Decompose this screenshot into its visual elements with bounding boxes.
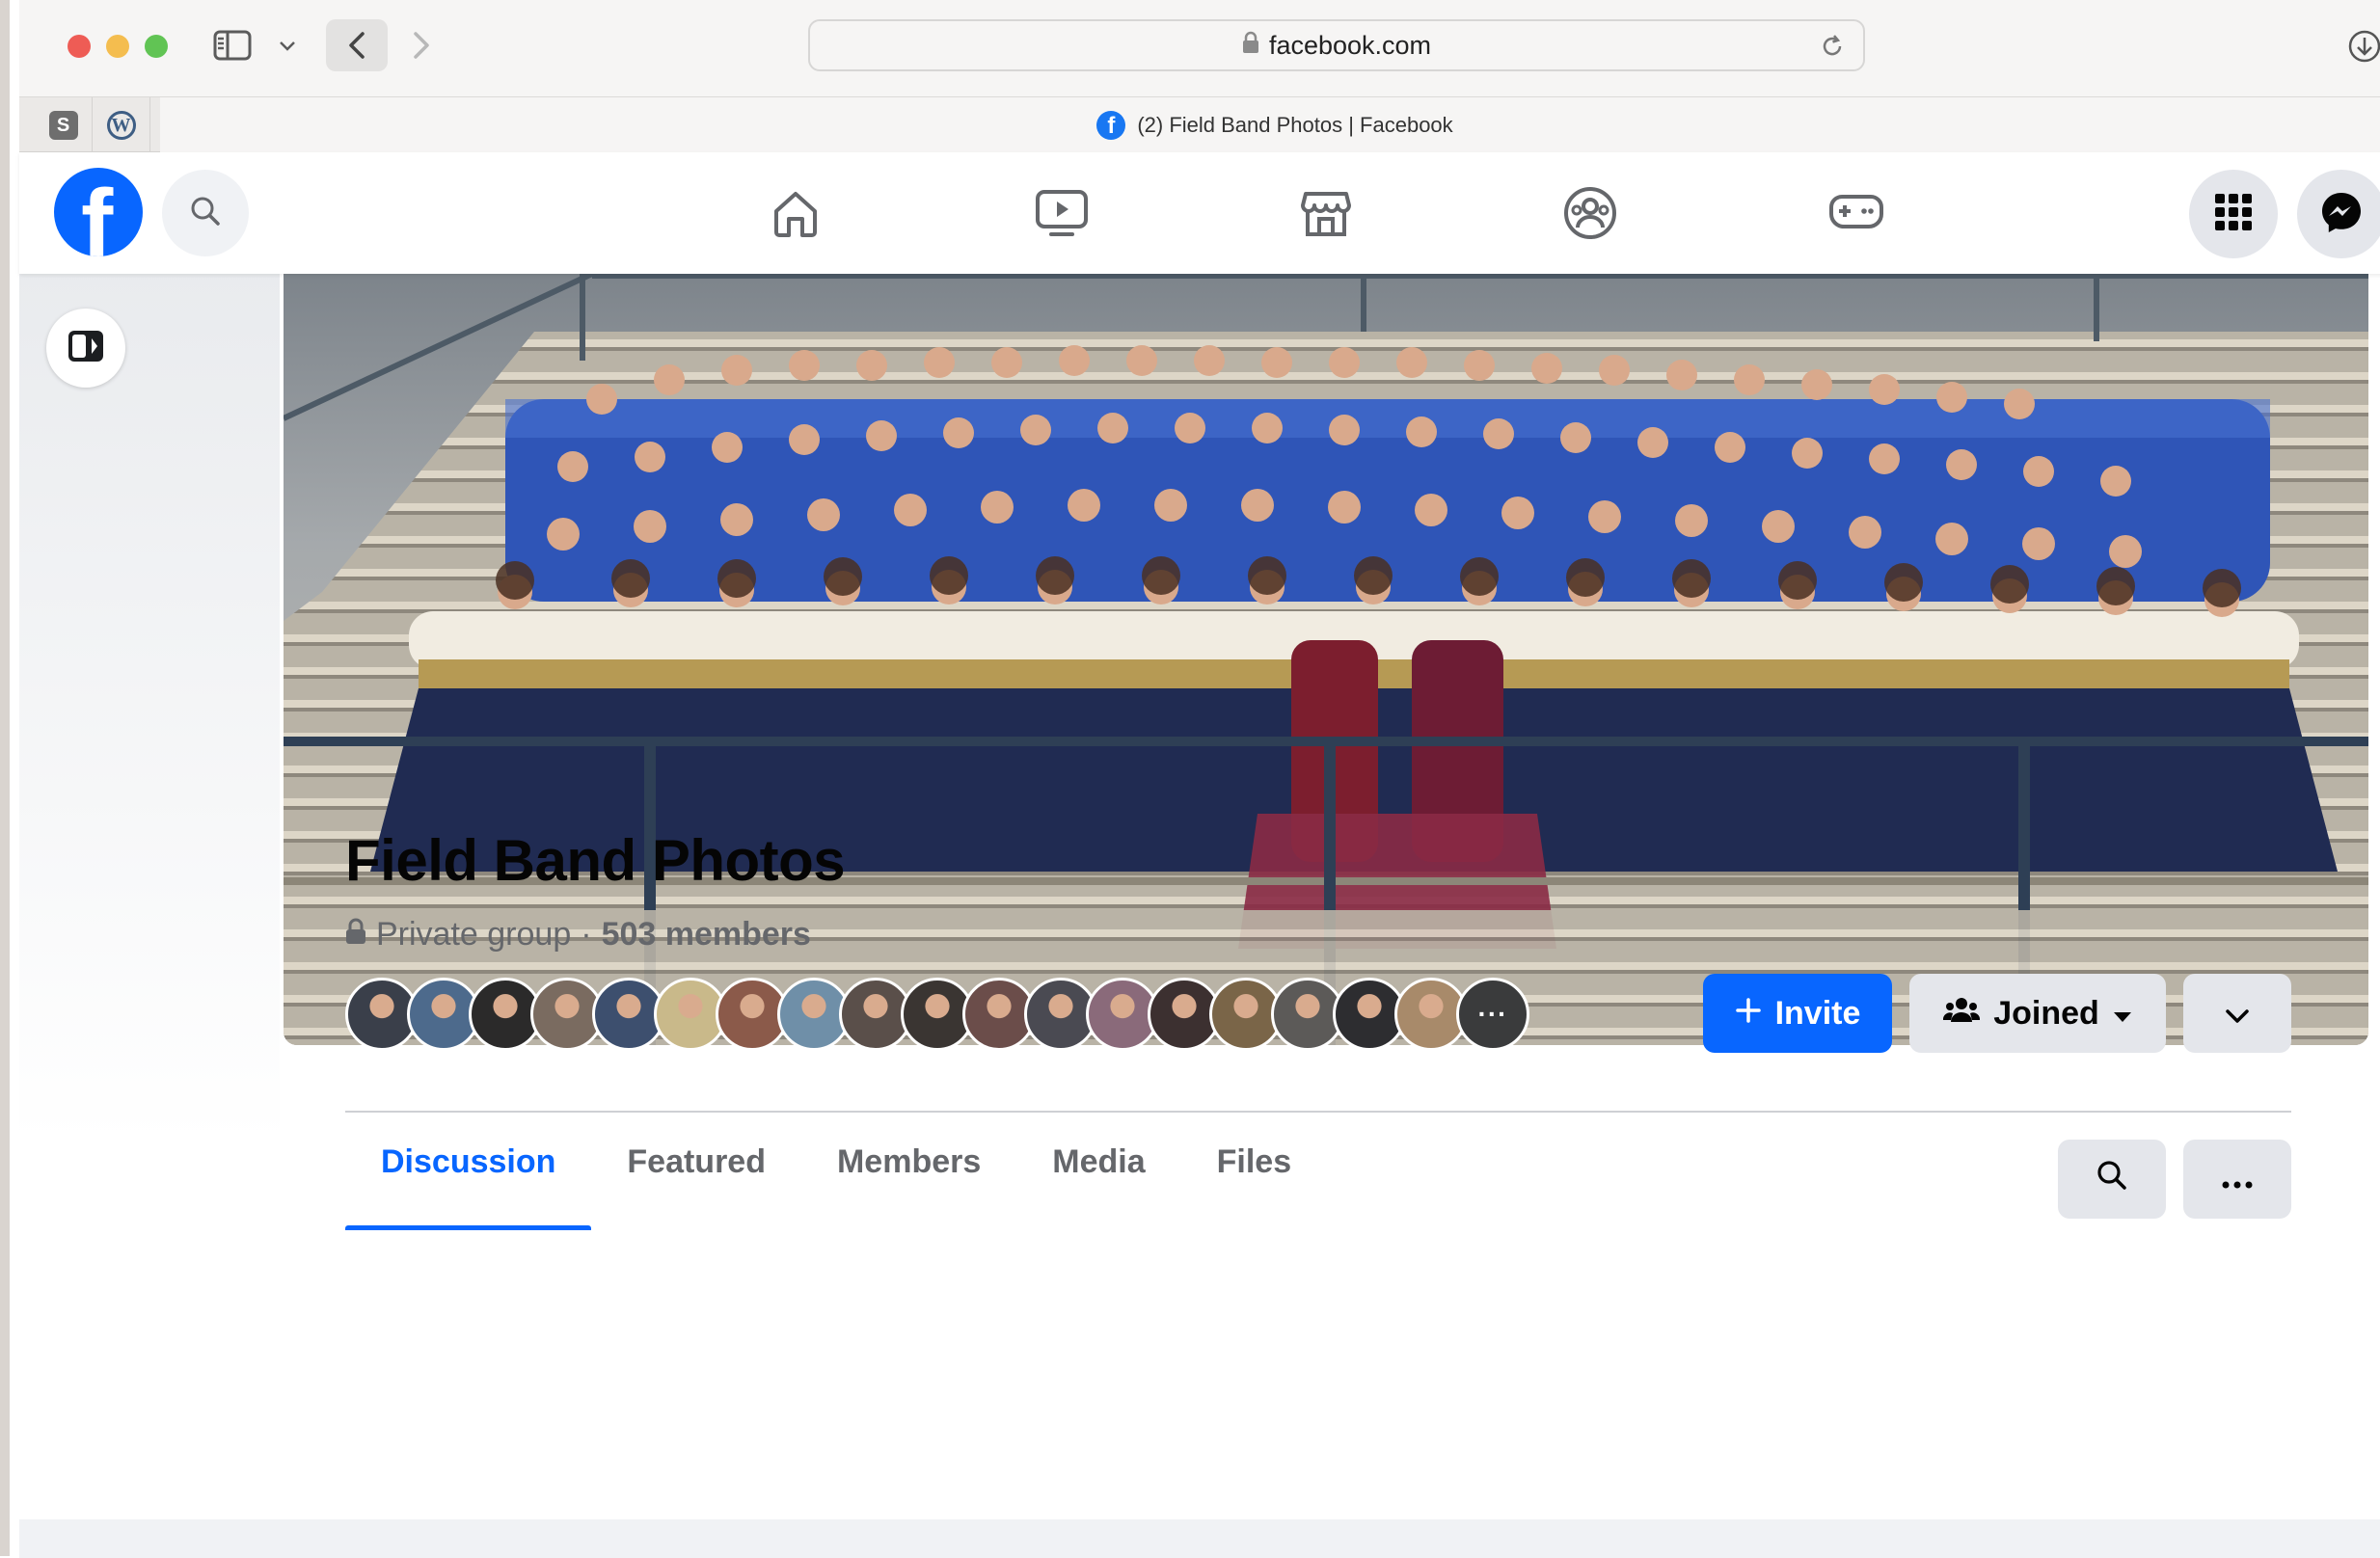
group-page	[19, 274, 2380, 1556]
messenger-icon	[2319, 190, 2364, 239]
facebook-navbar: f	[19, 152, 2380, 274]
search-icon	[2095, 1158, 2129, 1201]
tab-members[interactable]: Members	[801, 1143, 1016, 1230]
meta-separator: ·	[581, 916, 592, 953]
collapse-button[interactable]	[2183, 974, 2291, 1053]
lock-icon	[1242, 31, 1259, 61]
home-icon[interactable]	[764, 181, 827, 245]
more-members-button[interactable]: ···	[1456, 978, 1529, 1051]
browser-window: facebook.com S W f (2) Field Band Photos…	[0, 0, 2380, 1558]
s-app-icon: S	[48, 111, 78, 140]
chevron-down-icon[interactable]	[274, 29, 301, 64]
people-icon	[1943, 995, 1981, 1033]
zoom-window-button[interactable]	[145, 35, 168, 58]
browser-toolbar: facebook.com	[19, 0, 2380, 96]
messenger-button[interactable]	[2297, 170, 2380, 258]
address-bar[interactable]: facebook.com	[808, 19, 1865, 71]
chevron-down-icon	[2225, 995, 2250, 1033]
tab-discussion[interactable]: Discussion	[345, 1143, 592, 1230]
caret-down-icon	[2113, 995, 2132, 1033]
member-avatars: ···	[345, 978, 1529, 1051]
groups-icon[interactable]	[1558, 181, 1622, 245]
more-horizontal-icon	[2222, 1161, 2253, 1198]
group-search-button[interactable]	[2058, 1140, 2166, 1219]
member-count[interactable]: 503 members	[602, 916, 811, 954]
group-tabs: Discussion Featured Members Media Files	[345, 1143, 1327, 1230]
sidebar-toggle-icon[interactable]	[210, 27, 255, 64]
facebook-logo-icon[interactable]: f	[54, 168, 143, 256]
facebook-favicon-icon: f	[1096, 111, 1126, 140]
tab-media[interactable]: Media	[1016, 1143, 1180, 1230]
reload-icon[interactable]	[1819, 33, 1846, 67]
minimize-window-button[interactable]	[106, 35, 129, 58]
tab-files[interactable]: Files	[1181, 1143, 1327, 1230]
forward-button[interactable]	[397, 19, 446, 71]
more-options-button[interactable]	[2183, 1140, 2291, 1219]
tab-bar: S W f (2) Field Band Photos | Facebook	[19, 96, 2380, 153]
url-text: facebook.com	[1268, 30, 1432, 60]
tab-title: (2) Field Band Photos | Facebook	[1137, 113, 1453, 137]
search-icon	[188, 194, 223, 233]
toggle-sidebar-button[interactable]	[46, 309, 125, 388]
wordpress-icon: W	[106, 111, 136, 140]
privacy-label[interactable]: Private group	[376, 916, 571, 954]
joined-button[interactable]: Joined	[1909, 974, 2166, 1053]
group-title[interactable]: Field Band Photos	[345, 827, 846, 894]
close-window-button[interactable]	[68, 35, 91, 58]
active-tab[interactable]: f (2) Field Band Photos | Facebook	[160, 97, 2380, 153]
gaming-icon[interactable]	[1825, 181, 1888, 245]
group-meta: Private group · 503 members	[345, 916, 811, 954]
menu-button[interactable]	[2189, 170, 2278, 258]
tab-featured[interactable]: Featured	[591, 1143, 801, 1230]
grid-menu-icon	[2214, 193, 2253, 236]
sidebar-panel-icon	[65, 325, 107, 372]
joined-label: Joined	[1993, 994, 2099, 1032]
plus-icon	[1735, 995, 1762, 1033]
header-divider	[345, 1111, 2291, 1113]
invite-button[interactable]: Invite	[1703, 974, 1892, 1053]
back-button[interactable]	[326, 19, 388, 71]
search-button[interactable]	[162, 170, 249, 256]
download-icon[interactable]	[2347, 29, 2380, 64]
marketplace-icon[interactable]	[1294, 181, 1358, 245]
pinned-tab-s[interactable]: S	[35, 97, 93, 153]
video-icon[interactable]	[1030, 181, 1094, 245]
pinned-tab-wordpress[interactable]: W	[93, 97, 150, 153]
invite-label: Invite	[1774, 994, 1861, 1032]
lock-icon	[345, 916, 366, 954]
